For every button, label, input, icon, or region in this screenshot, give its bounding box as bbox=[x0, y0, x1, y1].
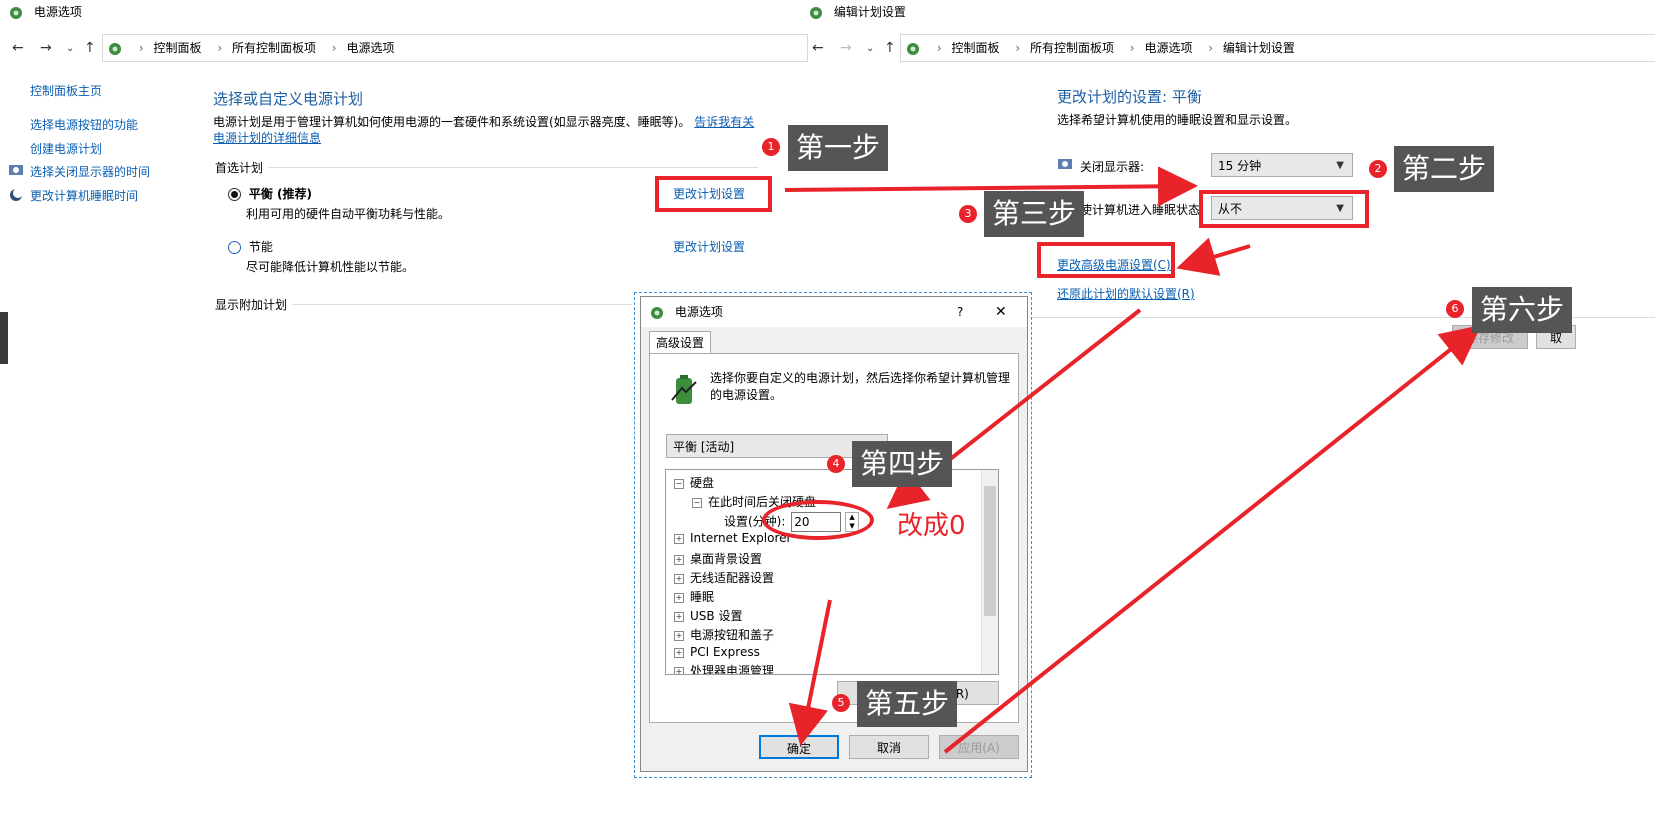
arrow-to-save bbox=[943, 325, 1482, 754]
step-label-1: 第一步 bbox=[788, 125, 889, 171]
step-badge-5: 5 bbox=[832, 694, 850, 712]
arrow-to-advanced-link bbox=[1176, 237, 1251, 276]
step-badge-4: 4 bbox=[827, 455, 845, 473]
step-label-5: 第五步 bbox=[857, 681, 958, 727]
step-label-4: 第四步 bbox=[852, 441, 953, 487]
arrow-to-ok bbox=[788, 599, 832, 746]
step-label-3: 第三步 bbox=[984, 191, 1085, 237]
step-badge-6: 6 bbox=[1446, 300, 1464, 318]
step-badge-3: 3 bbox=[959, 205, 977, 223]
step-badge-2: 2 bbox=[1369, 160, 1387, 178]
arrow-step1-to-step2 bbox=[784, 166, 1198, 207]
step-badge-1: 1 bbox=[762, 138, 780, 156]
step-label-2: 第二步 bbox=[1394, 146, 1495, 192]
change-to-zero-note: 改成0 bbox=[897, 511, 966, 541]
step-label-6: 第六步 bbox=[1472, 287, 1573, 333]
